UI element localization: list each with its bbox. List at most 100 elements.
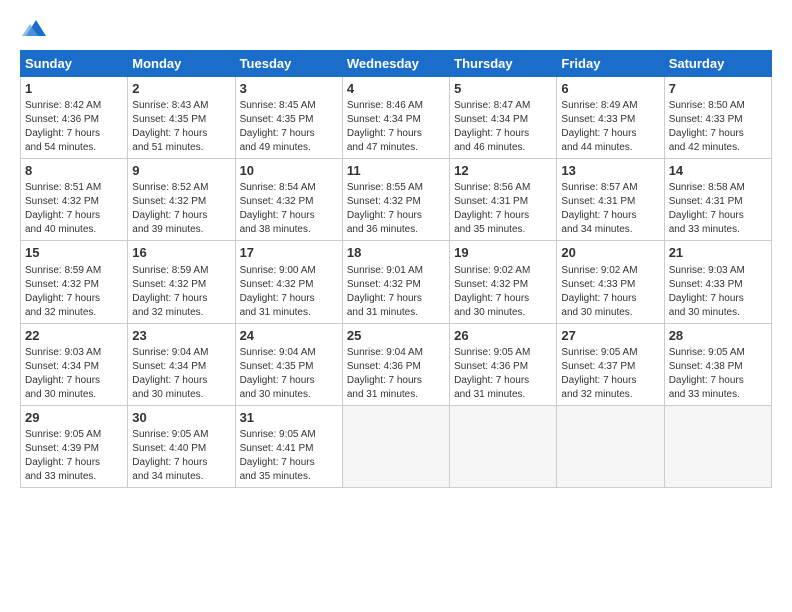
logo (20, 16, 46, 40)
day-info: Sunrise: 8:42 AM Sunset: 4:36 PM Dayligh… (25, 99, 123, 155)
day-number: 29 (25, 409, 123, 427)
day-info: Sunrise: 8:49 AM Sunset: 4:33 PM Dayligh… (561, 99, 659, 155)
calendar-cell: 29Sunrise: 9:05 AM Sunset: 4:39 PM Dayli… (21, 405, 128, 487)
day-info: Sunrise: 9:03 AM Sunset: 4:34 PM Dayligh… (25, 346, 123, 402)
calendar-cell: 7Sunrise: 8:50 AM Sunset: 4:33 PM Daylig… (664, 77, 771, 159)
calendar-cell: 13Sunrise: 8:57 AM Sunset: 4:31 PM Dayli… (557, 159, 664, 241)
day-number: 24 (240, 327, 338, 345)
day-info: Sunrise: 9:04 AM Sunset: 4:35 PM Dayligh… (240, 346, 338, 402)
day-number: 26 (454, 327, 552, 345)
weekday-header-saturday: Saturday (664, 51, 771, 77)
calendar-cell: 15Sunrise: 8:59 AM Sunset: 4:32 PM Dayli… (21, 241, 128, 323)
day-number: 15 (25, 244, 123, 262)
day-info: Sunrise: 8:50 AM Sunset: 4:33 PM Dayligh… (669, 99, 767, 155)
day-info: Sunrise: 8:56 AM Sunset: 4:31 PM Dayligh… (454, 181, 552, 237)
weekday-header-monday: Monday (128, 51, 235, 77)
page: SundayMondayTuesdayWednesdayThursdayFrid… (0, 0, 792, 612)
day-number: 25 (347, 327, 445, 345)
day-number: 8 (25, 162, 123, 180)
calendar-cell: 1Sunrise: 8:42 AM Sunset: 4:36 PM Daylig… (21, 77, 128, 159)
day-number: 20 (561, 244, 659, 262)
calendar-cell: 21 Sunrise: 9:03 AM Sunset: 4:33 PM Dayli… (664, 241, 771, 323)
calendar-cell: 11Sunrise: 8:55 AM Sunset: 4:32 PM Dayli… (342, 159, 449, 241)
day-number: 7 (669, 80, 767, 98)
weekday-header-tuesday: Tuesday (235, 51, 342, 77)
calendar-cell: 24Sunrise: 9:04 AM Sunset: 4:35 PM Dayli… (235, 323, 342, 405)
day-number: 10 (240, 162, 338, 180)
day-number: 13 (561, 162, 659, 180)
day-number: 28 (669, 327, 767, 345)
day-info: Sunrise: 9:05 AM Sunset: 4:36 PM Dayligh… (454, 346, 552, 402)
day-info: Sunrise: 8:57 AM Sunset: 4:31 PM Dayligh… (561, 181, 659, 237)
day-number: 16 (132, 244, 230, 262)
day-number: 23 (132, 327, 230, 345)
calendar-cell: 3Sunrise: 8:45 AM Sunset: 4:35 PM Daylig… (235, 77, 342, 159)
day-number: 22 (25, 327, 123, 345)
day-number: 4 (347, 80, 445, 98)
day-info: Sunrise: 9:03 AM Sunset: 4:33 PM Dayligh… (669, 264, 767, 320)
calendar-cell: 25Sunrise: 9:04 AM Sunset: 4:36 PM Dayli… (342, 323, 449, 405)
day-info: Sunrise: 8:45 AM Sunset: 4:35 PM Dayligh… (240, 99, 338, 155)
calendar-cell (450, 405, 557, 487)
calendar-week-0: 1Sunrise: 8:42 AM Sunset: 4:36 PM Daylig… (21, 77, 772, 159)
calendar-cell: 20 Sunrise: 9:02 AM Sunset: 4:33 PM Dayli… (557, 241, 664, 323)
day-number: 19 (454, 244, 552, 262)
day-number: 12 (454, 162, 552, 180)
day-info: Sunrise: 9:00 AM Sunset: 4:32 PM Dayligh… (240, 264, 338, 320)
calendar-week-1: 8Sunrise: 8:51 AM Sunset: 4:32 PM Daylig… (21, 159, 772, 241)
day-number: 31 (240, 409, 338, 427)
day-info: Sunrise: 8:54 AM Sunset: 4:32 PM Dayligh… (240, 181, 338, 237)
calendar-cell: 2Sunrise: 8:43 AM Sunset: 4:35 PM Daylig… (128, 77, 235, 159)
calendar-week-2: 15 Sunrise: 8:59 AM Sunset: 4:32 PM Dayli… (21, 241, 772, 323)
calendar-cell: 9Sunrise: 8:52 AM Sunset: 4:32 PM Daylig… (128, 159, 235, 241)
day-info: Sunrise: 9:01 AM Sunset: 4:32 PM Dayligh… (347, 264, 445, 320)
day-number: 3 (240, 80, 338, 98)
weekday-header-sunday: Sunday (21, 51, 128, 77)
weekday-header-thursday: Thursday (450, 51, 557, 77)
day-info: Sunrise: 9:04 AM Sunset: 4:36 PM Dayligh… (347, 346, 445, 402)
day-info: Sunrise: 9:04 AM Sunset: 4:34 PM Dayligh… (132, 346, 230, 402)
day-info: Sunrise: 9:02 AM Sunset: 4:33 PM Dayligh… (561, 264, 659, 320)
day-number: 30 (132, 409, 230, 427)
day-info: Sunrise: 9:05 AM Sunset: 4:39 PM Dayligh… (25, 428, 123, 484)
day-number: 18 (347, 244, 445, 262)
day-number: 5 (454, 80, 552, 98)
day-number: 17 (240, 244, 338, 262)
day-info: Sunrise: 9:05 AM Sunset: 4:38 PM Dayligh… (669, 346, 767, 402)
calendar-table: SundayMondayTuesdayWednesdayThursdayFrid… (20, 50, 772, 488)
day-number: 2 (132, 80, 230, 98)
calendar-cell: 8Sunrise: 8:51 AM Sunset: 4:32 PM Daylig… (21, 159, 128, 241)
day-number: 14 (669, 162, 767, 180)
calendar-cell: 23Sunrise: 9:04 AM Sunset: 4:34 PM Dayli… (128, 323, 235, 405)
day-info: Sunrise: 8:59 AM Sunset: 4:32 PM Dayligh… (132, 264, 230, 320)
calendar-cell: 27Sunrise: 9:05 AM Sunset: 4:37 PM Dayli… (557, 323, 664, 405)
calendar-cell (342, 405, 449, 487)
day-info: Sunrise: 8:47 AM Sunset: 4:34 PM Dayligh… (454, 99, 552, 155)
calendar-cell: 10Sunrise: 8:54 AM Sunset: 4:32 PM Dayli… (235, 159, 342, 241)
day-number: 9 (132, 162, 230, 180)
calendar-cell: 14Sunrise: 8:58 AM Sunset: 4:31 PM Dayli… (664, 159, 771, 241)
calendar-cell: 28Sunrise: 9:05 AM Sunset: 4:38 PM Dayli… (664, 323, 771, 405)
day-info: Sunrise: 8:46 AM Sunset: 4:34 PM Dayligh… (347, 99, 445, 155)
day-info: Sunrise: 9:02 AM Sunset: 4:32 PM Dayligh… (454, 264, 552, 320)
calendar-cell: 12Sunrise: 8:56 AM Sunset: 4:31 PM Dayli… (450, 159, 557, 241)
day-info: Sunrise: 9:05 AM Sunset: 4:41 PM Dayligh… (240, 428, 338, 484)
day-number: 1 (25, 80, 123, 98)
logo-icon (22, 16, 46, 40)
day-info: Sunrise: 8:55 AM Sunset: 4:32 PM Dayligh… (347, 181, 445, 237)
calendar-cell: 18 Sunrise: 9:01 AM Sunset: 4:32 PM Dayli… (342, 241, 449, 323)
weekday-header-friday: Friday (557, 51, 664, 77)
calendar-cell: 4Sunrise: 8:46 AM Sunset: 4:34 PM Daylig… (342, 77, 449, 159)
header (20, 16, 772, 40)
calendar-week-3: 22Sunrise: 9:03 AM Sunset: 4:34 PM Dayli… (21, 323, 772, 405)
calendar-cell: 31Sunrise: 9:05 AM Sunset: 4:41 PM Dayli… (235, 405, 342, 487)
calendar-cell: 22Sunrise: 9:03 AM Sunset: 4:34 PM Dayli… (21, 323, 128, 405)
day-number: 21 (669, 244, 767, 262)
day-number: 11 (347, 162, 445, 180)
weekday-header-row: SundayMondayTuesdayWednesdayThursdayFrid… (21, 51, 772, 77)
calendar-cell (664, 405, 771, 487)
calendar-cell: 19 Sunrise: 9:02 AM Sunset: 4:32 PM Dayli… (450, 241, 557, 323)
day-info: Sunrise: 8:43 AM Sunset: 4:35 PM Dayligh… (132, 99, 230, 155)
day-number: 6 (561, 80, 659, 98)
day-number: 27 (561, 327, 659, 345)
